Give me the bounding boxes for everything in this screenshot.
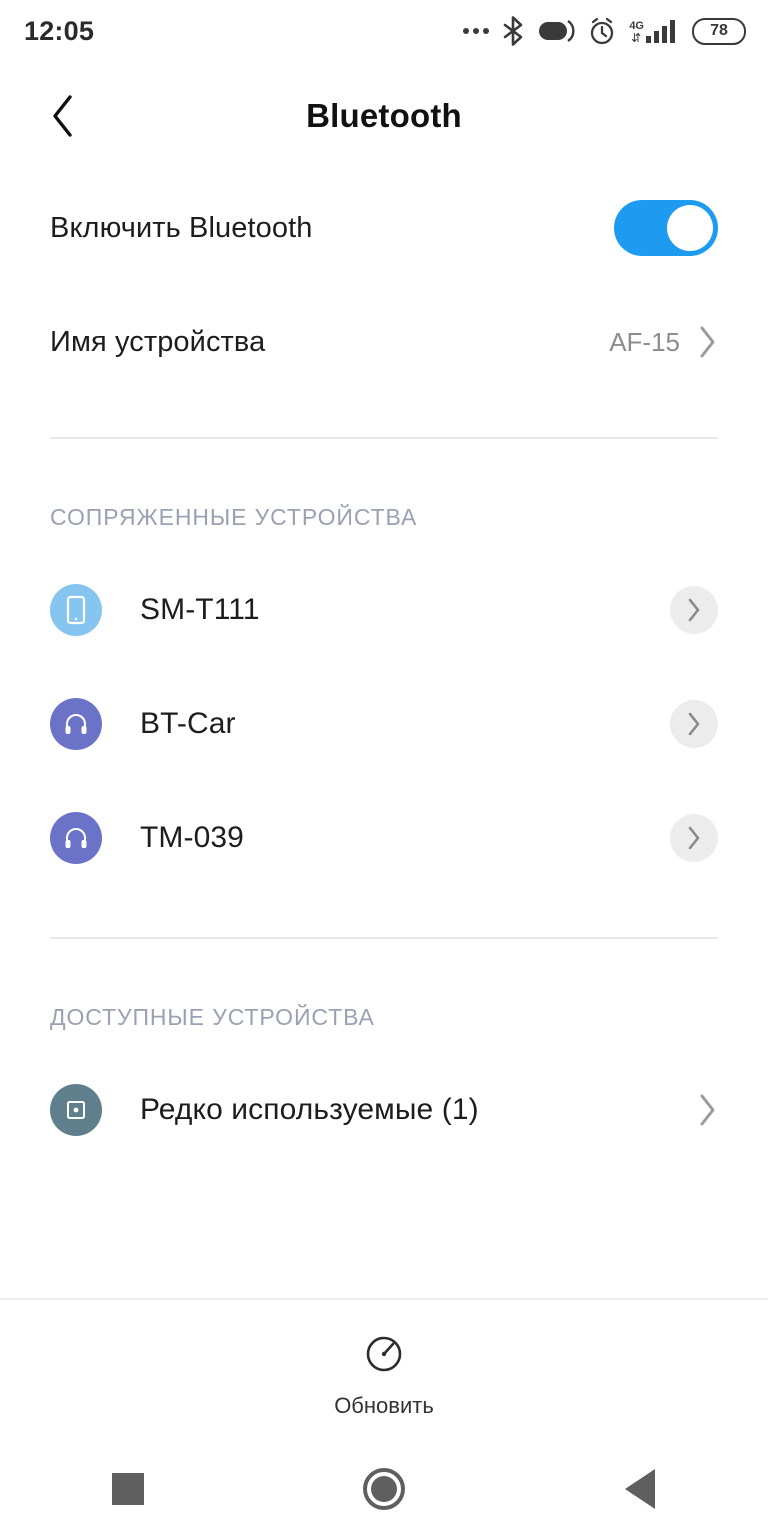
status-bar: 12:05 4G ⇵ 78: [0, 0, 768, 62]
refresh-gauge-icon: [360, 1330, 408, 1383]
chevron-right-icon: [688, 712, 700, 736]
back-triangle-icon: [625, 1469, 655, 1509]
bluetooth-toggle[interactable]: [614, 200, 718, 256]
battery-icon: 78: [692, 17, 746, 45]
back-nav-button[interactable]: [580, 1442, 700, 1536]
more-dots-icon: [463, 28, 490, 34]
chevron-right-icon: [688, 598, 700, 622]
status-time: 12:05: [24, 15, 95, 46]
device-details-button[interactable]: [670, 700, 718, 748]
available-device-row-0[interactable]: Редко используемые (1): [0, 1074, 768, 1146]
data-transfer-arrows-icon: ⇵: [631, 31, 642, 45]
paired-device-row-1[interactable]: BT-Car: [0, 688, 768, 760]
device-details-button[interactable]: [670, 814, 718, 862]
signal-bars-icon: [646, 20, 675, 43]
device-name: BT-Car: [140, 707, 236, 740]
headset-icon: [50, 698, 102, 750]
paired-section-header: СОПРЯЖЕННЫЕ УСТРОЙСТВА: [50, 504, 418, 530]
enable-bluetooth-label: Включить Bluetooth: [50, 211, 313, 244]
refresh-label: Обновить: [334, 1393, 434, 1418]
paired-device-row-2[interactable]: TM-039: [0, 802, 768, 874]
chevron-right-icon: [688, 826, 700, 850]
device-name: Редко используемые (1): [140, 1093, 479, 1126]
divider-refresh-top: [0, 1298, 768, 1300]
recents-button[interactable]: [68, 1442, 188, 1536]
page-header: Bluetooth: [0, 62, 768, 170]
device-name-label: Имя устройства: [50, 325, 266, 358]
refresh-button[interactable]: Обновить: [0, 1330, 768, 1419]
chevron-right-icon: [698, 325, 718, 359]
data-saver-icon: [537, 17, 575, 45]
system-nav-bar: [0, 1442, 768, 1536]
alarm-clock-icon: [588, 16, 616, 46]
back-button[interactable]: [34, 87, 92, 145]
paired-device-row-0[interactable]: SM-T111: [0, 574, 768, 646]
chevron-right-icon[interactable]: [698, 1093, 718, 1127]
home-circle-icon: [363, 1468, 405, 1510]
home-button[interactable]: [324, 1442, 444, 1536]
device-square-icon: [50, 1084, 102, 1136]
device-name-row[interactable]: Имя устройства AF-15: [0, 302, 768, 382]
page-title: Bluetooth: [306, 97, 462, 134]
device-details-button[interactable]: [670, 586, 718, 634]
device-name-value: AF-15: [609, 326, 680, 357]
available-section-header: ДОСТУПНЫЕ УСТРОЙСТВА: [50, 1004, 375, 1030]
smartphone-icon: [50, 584, 102, 636]
recents-square-icon: [112, 1473, 144, 1505]
status-icon-group: 4G ⇵ 78: [463, 16, 746, 46]
battery-level-label: 78: [710, 22, 728, 39]
toggle-knob: [667, 205, 713, 251]
bluetooth-settings-screen: 12:05 4G ⇵ 78 Bluetooth Включить Bluetoo…: [0, 0, 768, 1536]
signal-4g-icon: 4G ⇵: [629, 18, 679, 44]
divider-top: [50, 437, 718, 439]
headset-icon: [50, 812, 102, 864]
chevron-left-icon: [53, 95, 72, 137]
device-name: TM-039: [140, 821, 244, 854]
divider-middle: [50, 937, 718, 939]
device-name: SM-T111: [140, 593, 260, 626]
enable-bluetooth-row[interactable]: Включить Bluetooth: [0, 188, 768, 268]
bluetooth-icon: [502, 16, 524, 46]
